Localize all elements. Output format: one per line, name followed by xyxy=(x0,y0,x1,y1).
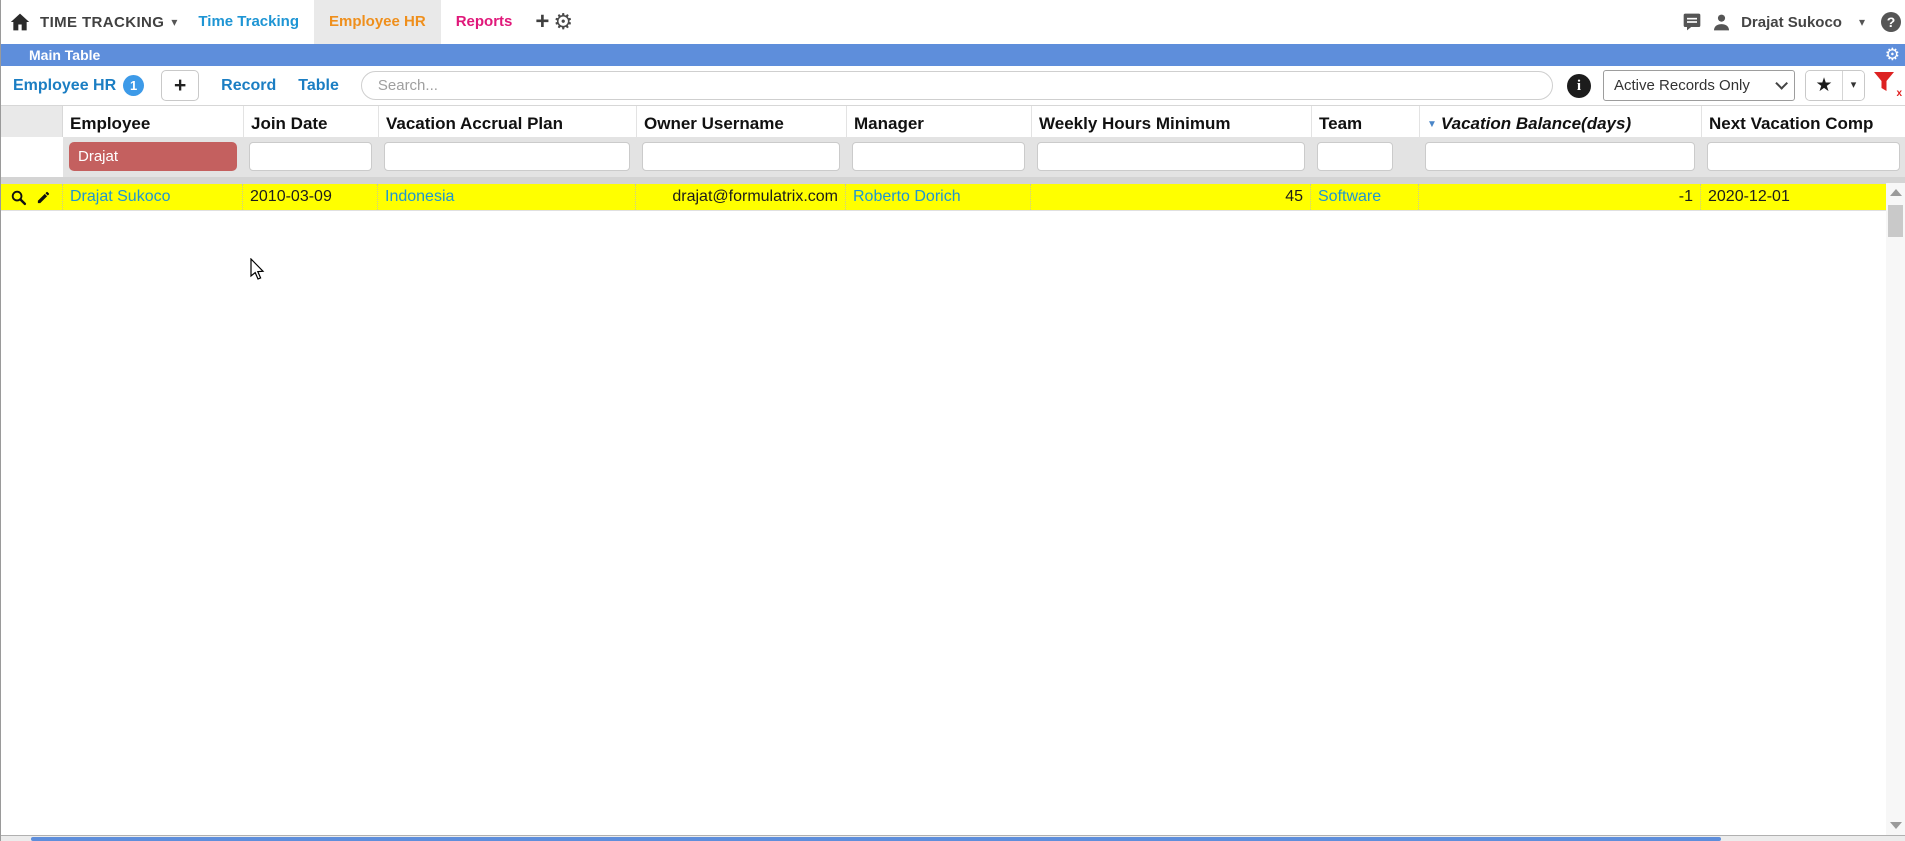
col-header-vacation-balance[interactable]: ▼Vacation Balance(days) xyxy=(1419,106,1701,137)
col-header-join-date[interactable]: Join Date xyxy=(243,106,378,137)
records-view-select[interactable]: Active Records Only xyxy=(1603,70,1795,101)
favorite-caret-button[interactable]: ▾ xyxy=(1842,71,1864,100)
records-view-value: Active Records Only xyxy=(1614,77,1750,94)
scroll-up-arrow-icon[interactable] xyxy=(1886,183,1905,202)
add-tab-icon[interactable]: + xyxy=(535,0,549,44)
col-header-owner-username[interactable]: Owner Username xyxy=(636,106,846,137)
cell-vacation-balance[interactable]: -1 xyxy=(1419,184,1701,210)
new-record-button[interactable]: + xyxy=(161,70,199,101)
col-header-manager[interactable]: Manager xyxy=(846,106,1031,137)
cell-join-date[interactable]: 2010-03-09 xyxy=(243,184,378,210)
sheet-name-link[interactable]: Employee HR xyxy=(13,77,116,95)
search-input[interactable] xyxy=(361,71,1553,100)
record-count-badge: 1 xyxy=(123,75,144,96)
header-divider xyxy=(1,177,1905,184)
clear-filter-button[interactable]: x xyxy=(1873,70,1903,101)
mouse-cursor xyxy=(250,258,267,287)
tab-reports[interactable]: Reports xyxy=(441,0,528,44)
app-title-caret-icon[interactable]: ▾ xyxy=(171,15,177,29)
filter-weekly-hours-minimum[interactable] xyxy=(1037,142,1305,171)
chat-icon[interactable] xyxy=(1682,12,1702,32)
favorite-star-button[interactable]: ★ xyxy=(1806,71,1842,100)
col-header-weekly-hours-minimum[interactable]: Weekly Hours Minimum xyxy=(1031,106,1311,137)
col-header-vacation-accrual-plan[interactable]: Vacation Accrual Plan xyxy=(378,106,636,137)
cell-owner-username[interactable]: drajat@formulatrix.com xyxy=(636,184,846,210)
info-icon[interactable]: i xyxy=(1567,74,1591,98)
col-header-team[interactable]: Team xyxy=(1311,106,1419,137)
sheet-gear-icon[interactable]: ⚙ xyxy=(1885,44,1900,66)
filter-row: Drajat xyxy=(63,137,1905,179)
sheet-title: Main Table xyxy=(29,47,100,63)
app-window: TIME TRACKING ▾ Time Tracking Employee H… xyxy=(0,0,1905,841)
user-menu-caret-icon[interactable]: ▾ xyxy=(1859,15,1865,29)
toolbar: Employee HR 1 + Record Table i Active Re… xyxy=(1,66,1905,106)
user-name[interactable]: Drajat Sukoco xyxy=(1741,14,1842,31)
filter-join-date[interactable] xyxy=(249,142,372,171)
col-header-employee[interactable]: Employee xyxy=(63,106,243,137)
col-header-next-vacation-comp[interactable]: Next Vacation Comp xyxy=(1701,106,1905,137)
view-record-magnifier-icon[interactable] xyxy=(10,189,27,206)
vertical-scroll-thumb[interactable] xyxy=(1888,205,1903,237)
app-title[interactable]: TIME TRACKING xyxy=(40,14,164,31)
sheet-bar: Main Table ⚙ xyxy=(1,44,1905,66)
filter-owner-username[interactable] xyxy=(642,142,840,171)
sort-desc-icon: ▼ xyxy=(1427,119,1437,130)
cell-employee[interactable]: Drajat Sukoco xyxy=(63,184,243,210)
filter-vacation-balance[interactable] xyxy=(1425,142,1695,171)
scroll-down-arrow-icon[interactable] xyxy=(1886,816,1905,835)
tab-employee-hr[interactable]: Employee HR xyxy=(314,0,441,44)
row-gutter-header xyxy=(1,106,63,137)
chevron-down-icon xyxy=(1775,77,1788,90)
table-menu[interactable]: Table xyxy=(298,77,339,95)
cell-weekly-hours-minimum[interactable]: 45 xyxy=(1031,184,1311,210)
horizontal-scroll-thumb[interactable] xyxy=(31,837,1721,841)
help-icon[interactable]: ? xyxy=(1881,12,1901,32)
filter-employee[interactable]: Drajat xyxy=(69,142,237,171)
horizontal-scrollbar[interactable] xyxy=(1,835,1905,841)
clear-filter-x-icon: x xyxy=(1896,88,1902,99)
home-icon[interactable] xyxy=(10,12,30,32)
settings-gear-icon[interactable]: ⚙ xyxy=(553,0,573,44)
filter-team[interactable] xyxy=(1317,142,1393,171)
cell-team[interactable]: Software xyxy=(1311,184,1419,210)
record-menu[interactable]: Record xyxy=(221,77,276,95)
filter-vacation-accrual-plan[interactable] xyxy=(384,142,630,171)
vertical-scrollbar[interactable] xyxy=(1886,183,1905,835)
edit-record-pencil-icon[interactable] xyxy=(36,190,51,205)
user-avatar-icon[interactable] xyxy=(1712,13,1731,32)
table-row[interactable]: Drajat Sukoco 2010-03-09 Indonesia draja… xyxy=(1,184,1887,211)
cell-next-vacation-comp[interactable]: 2020-12-01 xyxy=(1701,184,1887,210)
cell-manager[interactable]: Roberto Dorich xyxy=(846,184,1031,210)
table-header: Employee Join Date Vacation Accrual Plan… xyxy=(1,106,1905,179)
tab-time-tracking[interactable]: Time Tracking xyxy=(183,0,314,44)
top-nav: TIME TRACKING ▾ Time Tracking Employee H… xyxy=(1,0,1905,44)
cell-vacation-accrual-plan[interactable]: Indonesia xyxy=(378,184,636,210)
filter-manager[interactable] xyxy=(852,142,1025,171)
filter-next-vacation-comp[interactable] xyxy=(1707,142,1900,171)
